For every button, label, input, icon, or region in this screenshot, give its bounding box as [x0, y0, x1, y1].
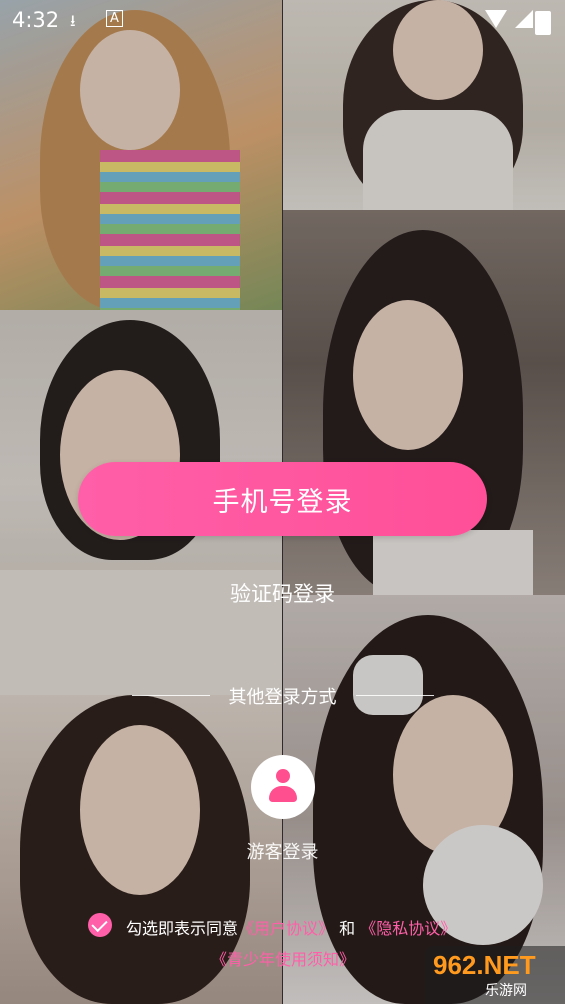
status-bar: 4:32 ⭳ A	[0, 0, 565, 40]
phone-login-button[interactable]: 手机号登录	[78, 462, 487, 536]
status-time: 4:32	[12, 8, 60, 32]
user-icon	[268, 769, 298, 805]
agreement-and: 和	[339, 919, 356, 938]
site-watermark: 962.NET 乐游网	[425, 946, 565, 1004]
a-icon: A	[106, 10, 123, 27]
user-agreement-link[interactable]: 《用户协议》	[238, 919, 334, 938]
guest-login-label[interactable]: 游客登录	[0, 838, 565, 864]
watermark-logo: 962.NET	[433, 950, 536, 980]
youth-notice-link[interactable]: 《青少年使用须知》	[211, 950, 355, 969]
sms-code-login-link[interactable]: 验证码登录	[0, 578, 565, 608]
divider-right	[356, 695, 434, 696]
signal-icon	[515, 10, 533, 28]
other-login-methods-title: 其他登录方式	[228, 687, 337, 708]
download-icon: ⭳	[70, 11, 76, 30]
battery-icon	[535, 11, 551, 35]
agreement-prefix: 勾选即表示同意	[126, 919, 239, 938]
agreement-line-2: 《青少年使用须知》	[211, 946, 355, 970]
privacy-agreement-link[interactable]: 《隐私协议》	[360, 919, 456, 938]
wifi-icon	[485, 10, 507, 28]
guest-login-button[interactable]	[251, 755, 315, 819]
watermark-sub: 乐游网	[485, 983, 527, 999]
check-icon[interactable]	[88, 913, 112, 937]
agreement-line-1: 勾选即表示同意《用户协议》 和 《隐私协议》	[126, 915, 456, 939]
